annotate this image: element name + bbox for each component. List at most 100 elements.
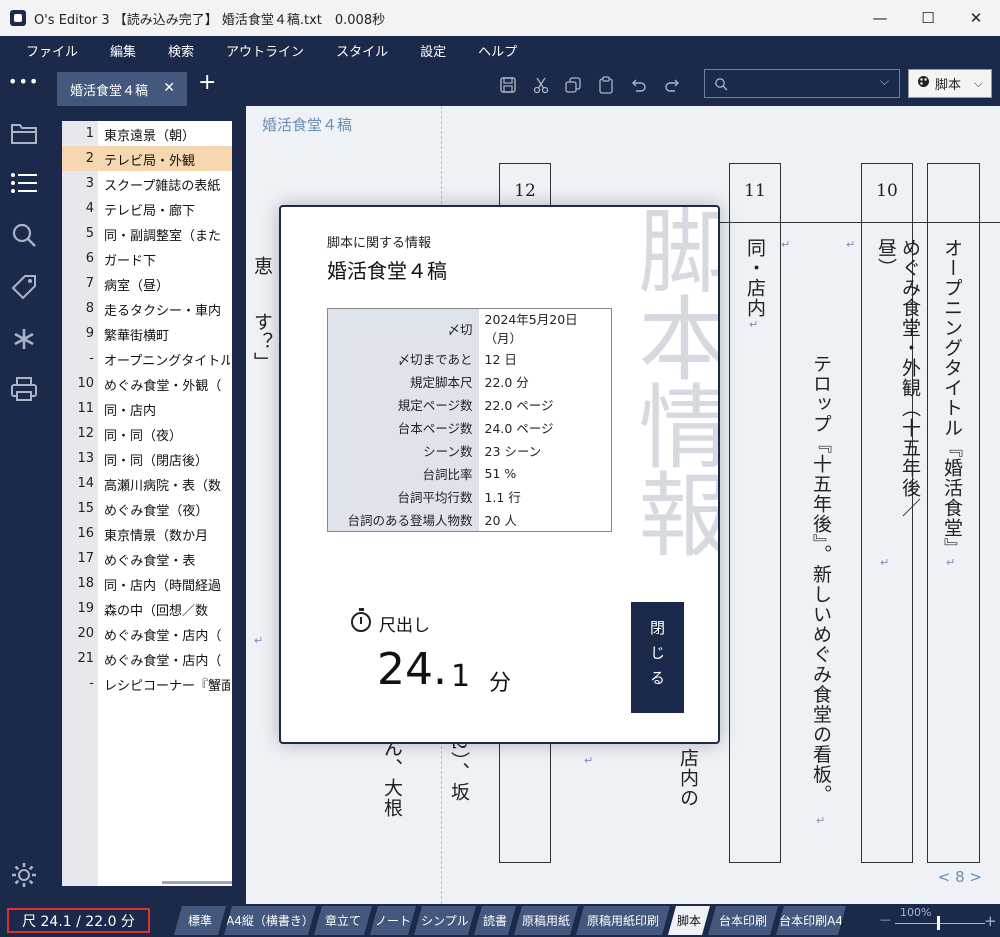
outline-item[interactable]: 3 スクープ雑誌の表紙	[62, 171, 232, 196]
outline-item-number: 4	[85, 201, 94, 216]
outline-item-number: 21	[77, 651, 94, 666]
search-field[interactable]: ⌵	[704, 69, 900, 98]
style-tab[interactable]: ノート	[370, 906, 416, 935]
menu-search[interactable]: 検索	[168, 41, 194, 60]
redo-icon[interactable]	[661, 74, 683, 96]
zoom-slider[interactable]	[895, 923, 985, 924]
style-tab[interactable]: 章立て	[314, 906, 372, 935]
menu-outline[interactable]: アウトライン	[226, 41, 304, 60]
outline-item-title: 東京遠景（朝）	[104, 129, 196, 144]
undo-icon[interactable]	[628, 74, 650, 96]
scene-number: 11	[744, 181, 766, 201]
outline-item[interactable]: 17 めぐみ食堂・表	[62, 546, 232, 571]
outline-scrollbar[interactable]	[162, 881, 232, 884]
menu-edit[interactable]: 編集	[110, 41, 136, 60]
menu-help[interactable]: ヘルプ	[478, 41, 517, 60]
more-menu-button[interactable]: •••	[8, 72, 39, 91]
search-icon	[714, 76, 728, 95]
scene-number: 10	[876, 181, 898, 201]
outline-item[interactable]: 19 森の中（回想／数	[62, 596, 232, 621]
paste-icon[interactable]	[595, 74, 617, 96]
info-key: 〆切まであと	[327, 347, 479, 370]
scene-number: 12	[514, 181, 536, 201]
style-tab[interactable]: 読書	[474, 906, 516, 935]
outline-item[interactable]: 1 東京遠景（朝）	[62, 121, 232, 146]
style-tab[interactable]: 台本印刷A4	[776, 906, 846, 935]
outline-item[interactable]: 14 高瀬川病院・表（数	[62, 471, 232, 496]
style-tab[interactable]: A4縦（横書き）	[224, 906, 316, 935]
outline-item-number: 6	[85, 251, 94, 266]
maximize-button[interactable]: ☐	[904, 0, 952, 36]
save-icon[interactable]	[497, 74, 519, 96]
info-value: 22.0 ページ	[478, 393, 612, 416]
return-mark: ↵	[946, 556, 956, 569]
style-tab[interactable]: 標準	[174, 906, 226, 935]
outline-item[interactable]: 13 同・同（閉店後）	[62, 446, 232, 471]
document-tab[interactable]: 婚活食堂４稿 ✕	[57, 72, 187, 106]
minimize-button[interactable]: —	[856, 0, 904, 36]
add-tab-button[interactable]: +	[198, 70, 216, 95]
outline-item[interactable]: -レシピコーナー『蟹面』	[62, 671, 232, 696]
gear-icon[interactable]	[9, 860, 39, 890]
dialog-title: 婚活食堂４稿	[327, 259, 447, 283]
chevron-down-icon[interactable]: ⌵	[880, 74, 889, 89]
page-navigator[interactable]: < 8 >	[938, 868, 982, 886]
outline-item[interactable]: 11 同・店内	[62, 396, 232, 421]
outline-item[interactable]: 16 東京情景（数か月	[62, 521, 232, 546]
info-value: 20 人	[478, 508, 612, 531]
outline-item[interactable]: 12 同・同（夜）	[62, 421, 232, 446]
outline-item[interactable]: 5 同・副調整室（また	[62, 221, 232, 246]
outline-item[interactable]: -オープニングタイトル『	[62, 346, 232, 371]
tag-icon[interactable]	[9, 272, 39, 302]
stopwatch-icon	[351, 608, 371, 632]
outline-item-number: -	[89, 676, 94, 691]
close-button[interactable]: 閉じる	[631, 602, 684, 713]
style-tab[interactable]: シンプル	[414, 906, 476, 935]
menu-file[interactable]: ファイル	[26, 41, 78, 60]
outline-item[interactable]: 2 テレビ局・外観	[62, 146, 232, 171]
asterisk-icon[interactable]	[9, 324, 39, 354]
zoom-in-button[interactable]: +	[984, 912, 997, 930]
outline-item[interactable]: 21 めぐみ食堂・店内（	[62, 646, 232, 671]
outline-list-icon[interactable]	[9, 168, 39, 198]
style-tab[interactable]: 台本印刷	[708, 906, 778, 935]
copy-icon[interactable]	[562, 74, 584, 96]
outline-item-title: オープニングタイトル『	[104, 354, 230, 369]
folder-icon[interactable]	[9, 118, 39, 148]
document-tab-label: 婚活食堂４稿	[70, 83, 149, 99]
info-value: 24.0 ページ	[478, 416, 612, 439]
close-window-button[interactable]: ✕	[952, 0, 1000, 36]
return-mark: ↵	[846, 238, 856, 251]
zoom-slider-handle[interactable]	[937, 916, 940, 930]
outline-item[interactable]: 6 ガード下	[62, 246, 232, 271]
style-tab[interactable]: 原稿用紙	[514, 906, 578, 935]
cut-icon[interactable]	[530, 74, 552, 96]
outline-item-number: 8	[85, 301, 94, 316]
close-tab-icon[interactable]: ✕	[163, 80, 175, 96]
chevron-down-icon: ⌵	[973, 76, 983, 90]
zoom-out-button[interactable]: —	[880, 913, 891, 926]
outline-item[interactable]: 20 めぐみ食堂・店内（	[62, 621, 232, 646]
mode-dropdown[interactable]: 脚本 ⌵	[908, 69, 992, 98]
info-key: 〆切	[327, 308, 479, 347]
outline-item[interactable]: 9 繁華街横町	[62, 321, 232, 346]
search-icon[interactable]	[9, 220, 39, 250]
style-tab[interactable]: 原稿用紙印刷	[576, 906, 670, 935]
dialog-caption: 脚本に関する情報	[327, 236, 432, 251]
outline-item[interactable]: 4 テレビ局・廊下	[62, 196, 232, 221]
outline-item[interactable]: 8 走るタクシー・車内（	[62, 296, 232, 321]
menu-style[interactable]: スタイル	[336, 41, 388, 60]
script-fragment: ん、大根	[381, 738, 403, 818]
outline-item[interactable]: 7 病室（昼）	[62, 271, 232, 296]
menu-settings[interactable]: 設定	[420, 41, 446, 60]
outline-item[interactable]: 18 同・店内（時間経過	[62, 571, 232, 596]
outline-item[interactable]: 10 めぐみ食堂・外観（	[62, 371, 232, 396]
outline-item[interactable]: 15 めぐみ食堂（夜）	[62, 496, 232, 521]
outline-item-title: 森の中（回想／数	[104, 604, 209, 619]
return-mark: ↵	[254, 634, 264, 647]
printer-icon[interactable]	[9, 374, 39, 404]
outline-item-number: 14	[77, 476, 94, 491]
scene-heading: めぐみ食堂・外観（十五年後／昼）	[875, 238, 921, 518]
runtime-status[interactable]: 尺 24.1 / 22.0 分	[7, 908, 150, 933]
style-tab[interactable]: 脚本	[668, 906, 710, 935]
